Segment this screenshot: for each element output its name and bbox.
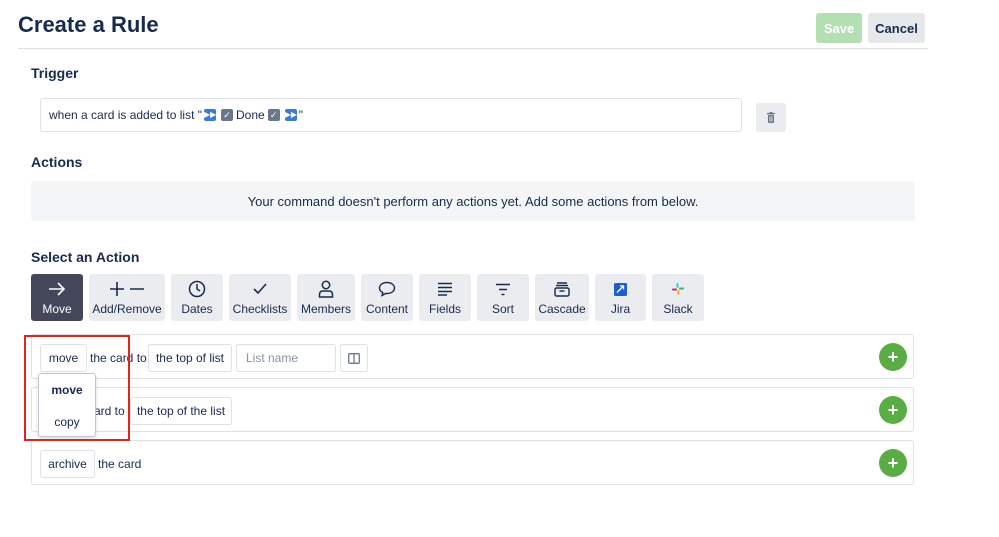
sort-icon	[495, 279, 511, 299]
person-icon	[318, 279, 334, 299]
tab-add-remove[interactable]: Add/Remove	[89, 274, 165, 321]
tab-move[interactable]: Move	[31, 274, 83, 321]
tab-move-label: Move	[42, 302, 72, 316]
slack-icon	[672, 279, 684, 299]
tab-jira-label: Jira	[610, 302, 631, 316]
tab-members-label: Members	[300, 302, 351, 316]
position-select[interactable]: the top of the list	[130, 397, 232, 425]
lines-icon	[437, 279, 453, 299]
trigger-list-name: Done	[236, 108, 265, 122]
tab-add-remove-label: Add/Remove	[92, 302, 162, 316]
archive-box-icon	[554, 279, 570, 299]
action-row-move: move the card to the top of list List na…	[31, 334, 914, 379]
clock-icon	[188, 279, 206, 299]
actions-heading: Actions	[31, 154, 83, 170]
tab-jira[interactable]: Jira	[595, 274, 646, 321]
trigger-text-after: "	[298, 108, 303, 122]
trigger-heading: Trigger	[31, 65, 79, 81]
checkmark-icon	[253, 279, 267, 299]
arrow-right-icon	[48, 279, 66, 299]
fast-forward-icon: ▶▶	[204, 109, 217, 121]
checkbox-icon: ✓	[221, 109, 234, 121]
board-columns-icon	[348, 352, 360, 364]
header-divider	[18, 48, 928, 49]
save-button[interactable]: Save	[816, 13, 862, 43]
tab-sort[interactable]: Sort	[477, 274, 529, 321]
tab-slack[interactable]: Slack	[652, 274, 704, 321]
board-picker-button[interactable]	[340, 344, 368, 372]
fast-forward-icon: ▶▶	[284, 109, 298, 121]
tab-content[interactable]: Content	[361, 274, 413, 321]
trash-icon	[767, 112, 775, 123]
actions-empty-message: Your command doesn't perform any actions…	[247, 193, 699, 209]
delete-trigger-button[interactable]	[756, 103, 786, 132]
checkbox-icon: ✓	[267, 109, 280, 121]
page-title: Create a Rule	[18, 12, 159, 37]
tab-fields[interactable]: Fields	[419, 274, 471, 321]
tab-dates[interactable]: Dates	[171, 274, 223, 321]
row-text: the card	[98, 457, 142, 471]
trigger-text-before: when a card is added to list "	[49, 108, 203, 122]
add-action-button[interactable]: +	[879, 396, 907, 424]
cancel-button[interactable]: Cancel	[868, 13, 925, 43]
tab-checklists[interactable]: Checklists	[229, 274, 291, 321]
tab-content-label: Content	[365, 302, 409, 316]
verb-select[interactable]: archive	[40, 450, 95, 478]
jira-icon	[614, 279, 627, 299]
tab-fields-label: Fields	[428, 302, 461, 316]
tab-sort-label: Sort	[491, 302, 514, 316]
action-row-archive: archive the card +	[31, 440, 914, 485]
tab-checklists-label: Checklists	[232, 302, 288, 316]
select-action-heading: Select an Action	[31, 249, 140, 265]
position-select[interactable]: the top of list	[148, 344, 232, 372]
tab-slack-label: Slack	[663, 302, 693, 316]
tab-cascade[interactable]: Cascade	[535, 274, 589, 321]
plus-minus-icon	[109, 279, 145, 299]
speech-bubble-icon	[378, 279, 396, 299]
add-action-button[interactable]: +	[879, 343, 907, 371]
tab-members[interactable]: Members	[297, 274, 355, 321]
tab-dates-label: Dates	[181, 302, 213, 316]
tab-cascade-label: Cascade	[538, 302, 586, 316]
actions-empty-state: Your command doesn't perform any actions…	[31, 181, 915, 221]
add-action-button[interactable]: +	[879, 449, 907, 477]
highlight-annotation	[24, 335, 130, 441]
action-row-copy: ard to the top of the list +	[31, 387, 914, 432]
list-name-input[interactable]: List name	[236, 344, 336, 372]
trigger-field[interactable]: when a card is added to list " ▶▶ ✓ Done…	[40, 98, 742, 132]
